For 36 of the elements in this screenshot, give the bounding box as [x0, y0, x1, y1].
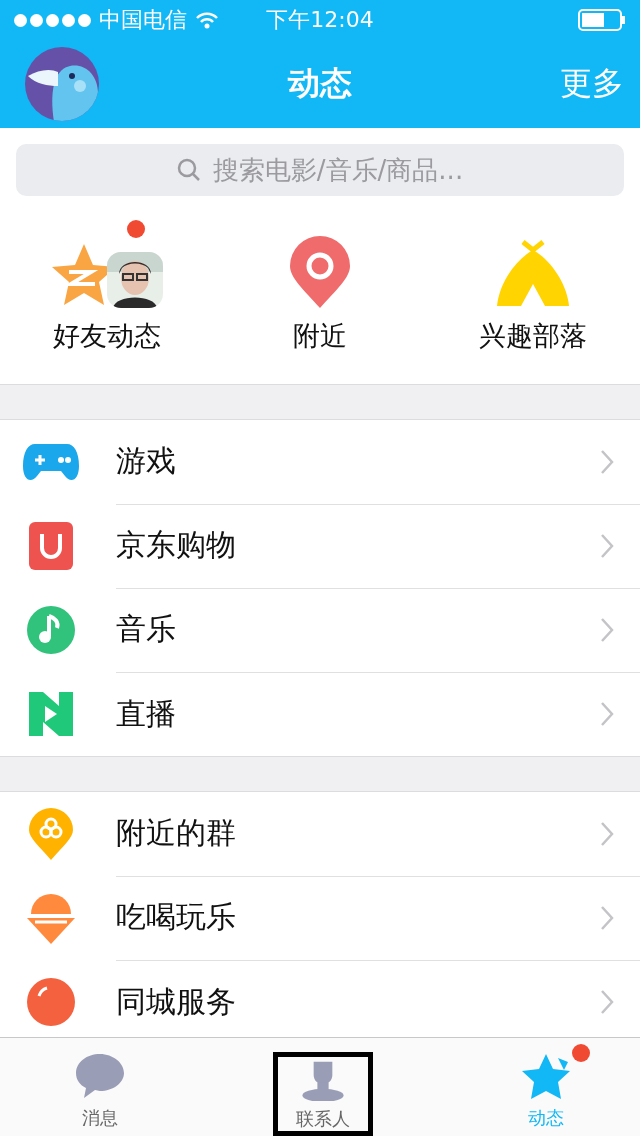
play-icon: [29, 692, 73, 736]
chat-bubble-icon[interactable]: [75, 1052, 125, 1100]
tab-item[interactable]: 联系人: [273, 1052, 373, 1136]
chevron-right-icon: [600, 904, 614, 931]
carrier-name: 中国电信: [99, 6, 187, 34]
battery-icon: [578, 9, 626, 31]
shortcut-item[interactable]: 兴趣部落: [426, 196, 640, 384]
shortcut-item[interactable]: 附近: [213, 196, 427, 384]
page-title: 动态: [288, 63, 352, 104]
chevron-right-icon: [600, 820, 614, 847]
chevron-right-icon: [600, 989, 614, 1015]
music-note-icon: [27, 606, 75, 654]
star-icon[interactable]: [520, 1052, 572, 1100]
chevron-right-icon: [600, 616, 614, 643]
menu-row[interactable]: 附近的群: [0, 792, 640, 876]
status-time: 下午12:04: [266, 6, 374, 34]
ice-cream-icon: [27, 892, 75, 944]
menu-row[interactable]: 游戏: [0, 420, 640, 504]
chevron-right-icon: [600, 532, 614, 559]
bag-icon: [29, 522, 73, 570]
shortcut-item[interactable]: 好友动态: [0, 196, 214, 384]
menu-row[interactable]: 同城服务: [0, 960, 640, 1037]
location-pin-icon: [29, 808, 73, 860]
chevron-right-icon: [600, 448, 614, 475]
signal-icon: [14, 13, 91, 27]
menu-row[interactable]: 直播: [0, 672, 640, 756]
ball-icon: [27, 978, 75, 1026]
chevron-right-icon: [600, 701, 614, 727]
search-icon: [176, 158, 201, 182]
tent-icon: [495, 240, 572, 308]
menu-row[interactable]: 京东购物: [0, 504, 640, 588]
menu-row[interactable]: 音乐: [0, 588, 640, 672]
tab-item[interactable]: 消息: [50, 1038, 150, 1136]
wifi-icon: [195, 11, 219, 29]
menu-row[interactable]: 吃喝玩乐: [0, 876, 640, 960]
location-pin-icon: [290, 236, 350, 308]
